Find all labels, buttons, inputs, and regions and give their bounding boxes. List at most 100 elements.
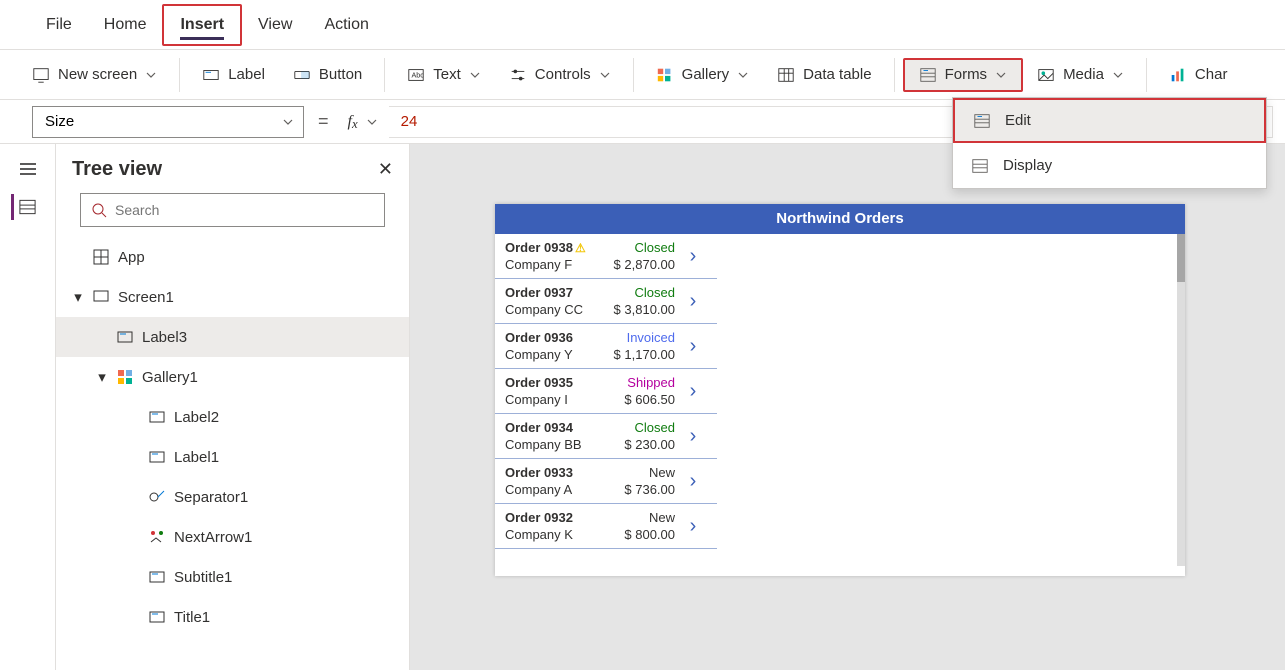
label-btn-label: Label: [228, 66, 265, 83]
order-status: Closed: [599, 285, 675, 300]
media-btn-label: Media: [1063, 66, 1104, 83]
media-button[interactable]: Media: [1023, 60, 1138, 90]
chevron-right-icon[interactable]: ›: [681, 515, 705, 538]
menu-action[interactable]: Action: [308, 6, 384, 44]
screen-icon: [32, 66, 50, 84]
company-name: Company CC: [505, 302, 593, 317]
order-number: Order 0936: [505, 330, 593, 345]
chevron-down-icon: [995, 69, 1007, 81]
order-number: Order 0933: [505, 465, 593, 480]
text-icon: Abc: [407, 66, 425, 84]
twisty-icon[interactable]: ▾: [72, 288, 84, 306]
tree-node-label: Label2: [174, 409, 219, 426]
chevron-down-icon: [145, 69, 157, 81]
screen-icon: [92, 288, 110, 306]
tree-node-separator1[interactable]: Separator1: [56, 477, 409, 517]
chevron-right-icon[interactable]: ›: [681, 470, 705, 493]
tree-node-label: Label1: [174, 449, 219, 466]
button-btn-label: Button: [319, 66, 362, 83]
gallery-btn-label: Gallery: [682, 66, 730, 83]
tree-node-gallery1[interactable]: ▾ Gallery1: [56, 357, 409, 397]
search-box[interactable]: [80, 193, 385, 227]
order-amount: $ 606.50: [599, 392, 675, 407]
table-icon: [777, 66, 795, 84]
chevron-right-icon[interactable]: ›: [681, 425, 705, 448]
controls-button[interactable]: Controls: [495, 60, 625, 90]
main: Tree view ✕ App▾Screen1 Label3 ▾ Gallery1 La…: [0, 144, 1285, 670]
forms-menu-display-label: Display: [1003, 157, 1052, 174]
label-icon: [202, 66, 220, 84]
tree-node-screen1[interactable]: ▾Screen1: [56, 277, 409, 317]
gallery-row[interactable]: Order 0934ClosedCompany BB$ 230.00›: [495, 414, 717, 459]
gallery-row[interactable]: Order 0937ClosedCompany CC$ 3,810.00›: [495, 279, 717, 324]
company-name: Company BB: [505, 437, 593, 452]
order-amount: $ 1,170.00: [599, 347, 675, 362]
tree-node-label: Gallery1: [142, 369, 198, 386]
button-icon: [293, 66, 311, 84]
gallery-row[interactable]: Order 0932NewCompany K$ 800.00›: [495, 504, 717, 549]
panel-title: Tree view: [72, 158, 162, 181]
tree-node-label1[interactable]: Label1: [56, 437, 409, 477]
property-picker[interactable]: Size: [32, 106, 304, 138]
tree-node-label: Label3: [142, 329, 187, 346]
tree-node-subtitle1[interactable]: Subtitle1: [56, 557, 409, 597]
separator: [384, 58, 385, 92]
menu-view[interactable]: View: [242, 6, 308, 44]
scroll-thumb[interactable]: [1177, 234, 1185, 282]
gallery-button[interactable]: Gallery: [642, 60, 764, 90]
search-icon: [91, 202, 107, 218]
sep-icon: [148, 488, 166, 506]
tree-node-label3[interactable]: Label3: [56, 317, 409, 357]
app-title-label[interactable]: Northwind Orders: [495, 204, 1185, 234]
forms-menu-display[interactable]: Display: [953, 143, 1266, 188]
order-amount: $ 230.00: [599, 437, 675, 452]
label-button[interactable]: Label: [188, 60, 279, 90]
hamburger-icon[interactable]: [15, 156, 41, 182]
svg-text:Abc: Abc: [412, 70, 425, 79]
gallery-row[interactable]: Order 0933NewCompany A$ 736.00›: [495, 459, 717, 504]
chevron-right-icon[interactable]: ›: [681, 335, 705, 358]
data-table-button[interactable]: Data table: [763, 60, 885, 90]
order-number: Order 0935: [505, 375, 593, 390]
left-rail: [0, 144, 56, 670]
controls-icon: [509, 66, 527, 84]
order-number: Order 0937: [505, 285, 593, 300]
scrollbar[interactable]: [1177, 234, 1185, 566]
button-button[interactable]: Button: [279, 60, 376, 90]
gallery-row[interactable]: Order 0936InvoicedCompany Y$ 1,170.00›: [495, 324, 717, 369]
order-number: Order 0932: [505, 510, 593, 525]
tree-view-rail-button[interactable]: [11, 194, 37, 220]
chart-button[interactable]: Char: [1155, 60, 1242, 90]
chevron-right-icon[interactable]: ›: [681, 380, 705, 403]
tree-node-app[interactable]: App: [56, 237, 409, 277]
equals: =: [314, 111, 333, 132]
gallery-row[interactable]: Order 0938⚠ClosedCompany F$ 2,870.00›: [495, 234, 717, 279]
label-icon: [148, 568, 166, 586]
canvas[interactable]: Northwind Orders Order 0938⚠ClosedCompan…: [410, 144, 1285, 670]
chart-btn-label: Char: [1195, 66, 1228, 83]
forms-button[interactable]: Forms: [903, 58, 1024, 92]
text-btn-label: Text: [433, 66, 461, 83]
tree-node-nextarrow1[interactable]: NextArrow1: [56, 517, 409, 557]
twisty-icon[interactable]: ▾: [96, 368, 108, 386]
warning-icon: ⚠: [575, 241, 586, 255]
data-table-label: Data table: [803, 66, 871, 83]
order-gallery[interactable]: Order 0938⚠ClosedCompany F$ 2,870.00› Ord…: [495, 234, 717, 549]
text-button[interactable]: Abc Text: [393, 60, 495, 90]
chevron-right-icon[interactable]: ›: [681, 245, 705, 268]
separator: [633, 58, 634, 92]
chevron-right-icon[interactable]: ›: [681, 290, 705, 313]
search-input[interactable]: [115, 202, 374, 218]
new-screen-button[interactable]: New screen: [18, 60, 171, 90]
forms-menu-edit-label: Edit: [1005, 112, 1031, 129]
close-icon[interactable]: ✕: [378, 159, 393, 180]
menu-insert[interactable]: Insert: [162, 4, 242, 46]
tree-node-title1[interactable]: Title1: [56, 597, 409, 637]
fx-button[interactable]: [343, 106, 379, 138]
separator: [1146, 58, 1147, 92]
menu-file[interactable]: File: [30, 6, 88, 44]
tree-node-label2[interactable]: Label2: [56, 397, 409, 437]
gallery-row[interactable]: Order 0935ShippedCompany I$ 606.50›: [495, 369, 717, 414]
forms-menu-edit[interactable]: Edit: [953, 98, 1266, 143]
menu-home[interactable]: Home: [88, 6, 163, 44]
